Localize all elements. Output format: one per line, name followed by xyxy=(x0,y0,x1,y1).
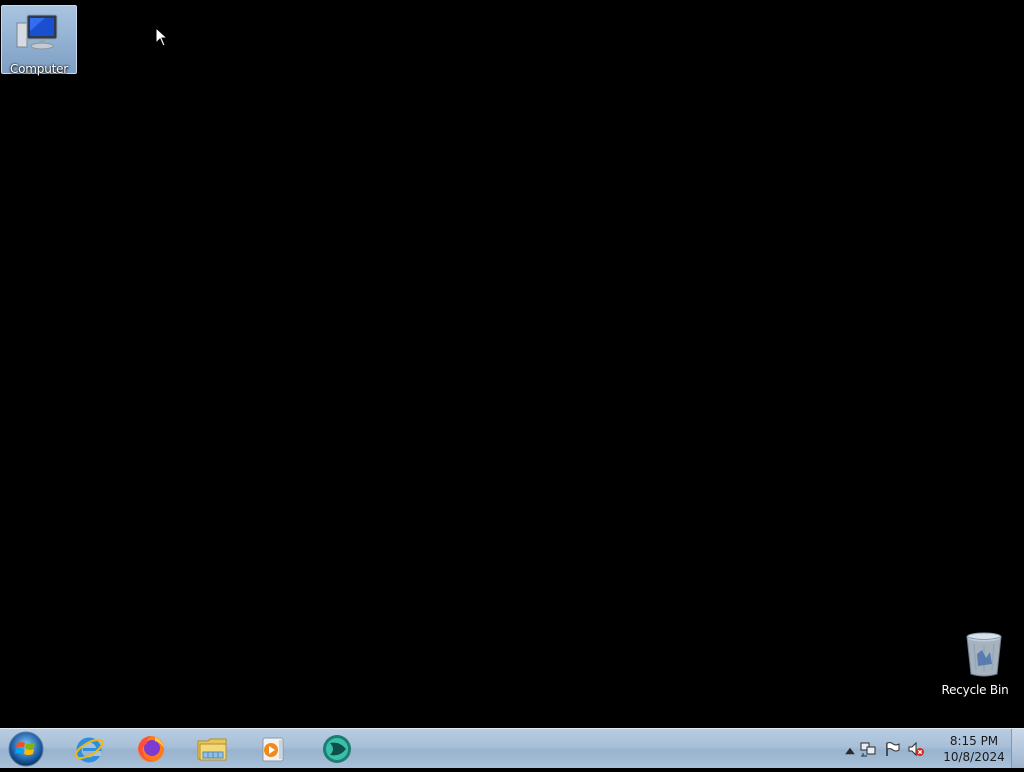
clock-date: 10/8/2024 xyxy=(943,750,1005,764)
taskbar-media-player-button[interactable] xyxy=(246,730,300,768)
desktop-icon-computer[interactable]: Computer xyxy=(1,5,77,76)
network-icon[interactable] xyxy=(860,741,876,757)
computer-icon xyxy=(16,14,58,50)
internet-explorer-icon xyxy=(74,737,104,763)
volume-muted-icon[interactable] xyxy=(908,741,924,757)
taskbar-file-explorer-button[interactable] xyxy=(186,730,240,768)
media-player-icon xyxy=(262,737,284,762)
file-explorer-icon xyxy=(197,738,227,761)
start-button[interactable] xyxy=(6,730,46,768)
show-hidden-icons-arrow-icon[interactable] xyxy=(842,743,858,759)
app-icon xyxy=(323,735,351,763)
windows-start-orb-icon xyxy=(8,731,44,767)
action-center-flag-icon[interactable] xyxy=(884,741,900,757)
desktop-icon-recycle-bin[interactable]: Recycle Bin xyxy=(937,630,1013,700)
recycle-bin-icon xyxy=(966,632,1002,677)
desktop: Computer Recycle Bin xyxy=(0,0,1024,728)
taskbar-firefox-button[interactable] xyxy=(124,730,178,768)
system-tray: 8:15 PM 10/8/2024 xyxy=(834,729,1024,769)
firefox-icon xyxy=(138,736,164,762)
mouse-cursor-icon xyxy=(155,27,169,47)
show-desktop-button[interactable] xyxy=(1011,729,1024,768)
desktop-icon-label: Recycle Bin xyxy=(941,683,1009,697)
desktop-icon-label: Computer xyxy=(9,62,69,76)
taskbar: 8:15 PM 10/8/2024 xyxy=(0,728,1024,768)
taskbar-internet-explorer-button[interactable] xyxy=(62,730,116,768)
taskbar-clock[interactable]: 8:15 PM 10/8/2024 xyxy=(934,733,1014,765)
clock-time: 8:15 PM xyxy=(949,734,999,748)
taskbar-app-button[interactable] xyxy=(310,730,364,768)
